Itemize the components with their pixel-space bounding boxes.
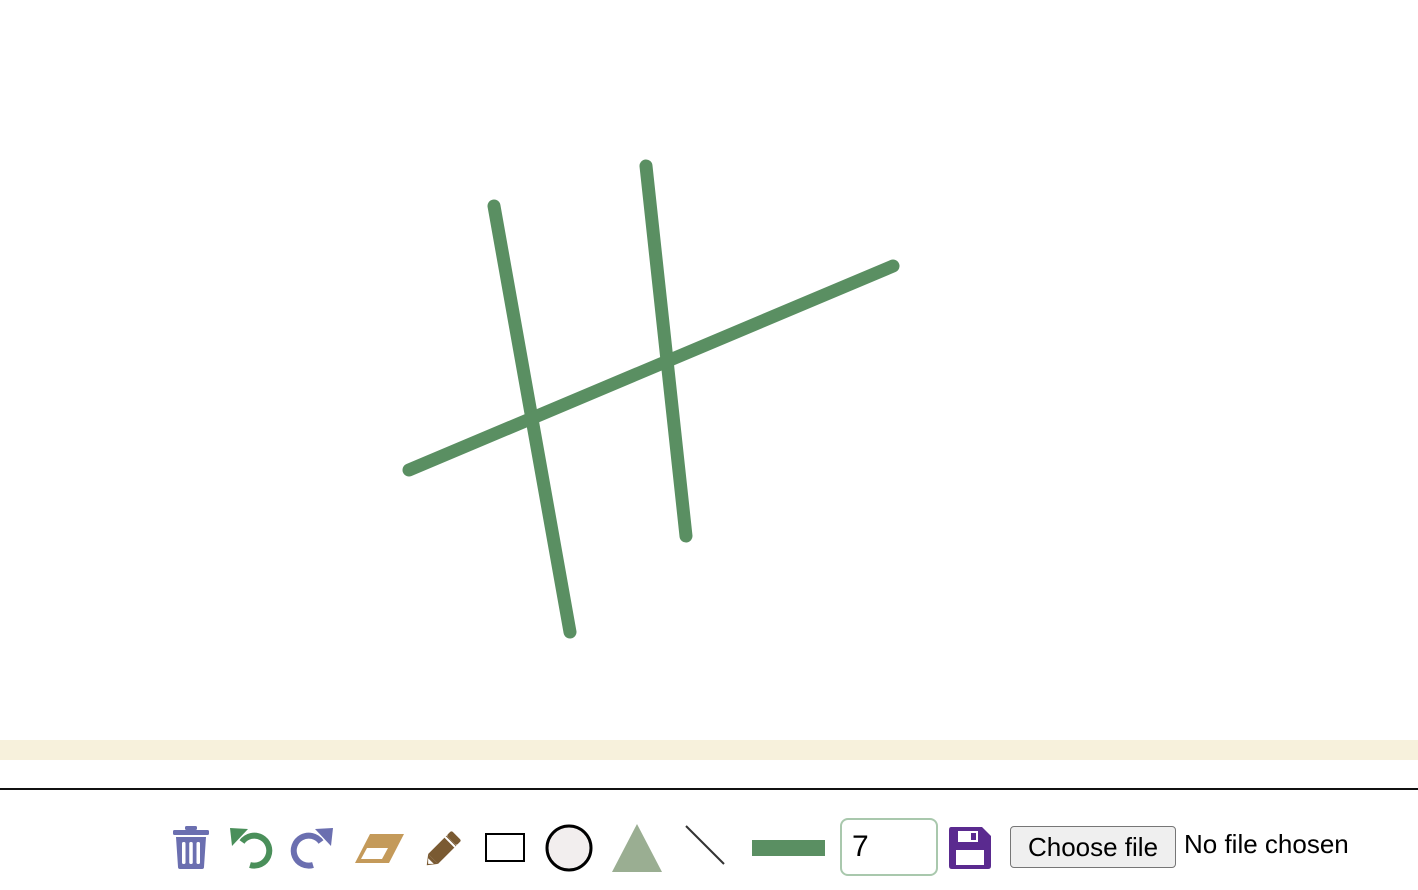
- toolbar-divider: [0, 788, 1418, 790]
- eraser-button[interactable]: [352, 828, 406, 868]
- canvas-drawing: [402, 159, 900, 639]
- choose-file-button[interactable]: Choose file: [1010, 826, 1176, 868]
- pencil-button[interactable]: [420, 826, 466, 872]
- drawing-canvas[interactable]: [0, 0, 1418, 740]
- triangle-button[interactable]: [610, 822, 664, 874]
- circle-icon: [545, 824, 593, 872]
- clear-button[interactable]: [170, 822, 212, 872]
- color-swatch-icon: [752, 840, 825, 856]
- rectangle-button[interactable]: [484, 832, 526, 864]
- color-swatch-button[interactable]: [752, 838, 826, 858]
- save-button[interactable]: [946, 824, 994, 872]
- drawn-stroke: [402, 259, 900, 477]
- file-status-label: No file chosen: [1184, 829, 1349, 859]
- undo-icon: [230, 828, 273, 869]
- brush-size-input[interactable]: [840, 818, 938, 876]
- line-button[interactable]: [682, 822, 728, 868]
- line-icon: [685, 825, 725, 865]
- redo-button[interactable]: [289, 826, 335, 870]
- triangle-icon: [612, 824, 662, 872]
- status-band: [0, 740, 1418, 760]
- save-icon: [949, 827, 991, 869]
- rectangle-icon: [485, 833, 525, 862]
- eraser-icon: [355, 834, 404, 863]
- undo-button[interactable]: [228, 826, 274, 870]
- redo-icon: [290, 828, 333, 869]
- pencil-icon: [426, 831, 461, 866]
- circle-button[interactable]: [544, 822, 594, 874]
- trash-icon: [173, 826, 209, 869]
